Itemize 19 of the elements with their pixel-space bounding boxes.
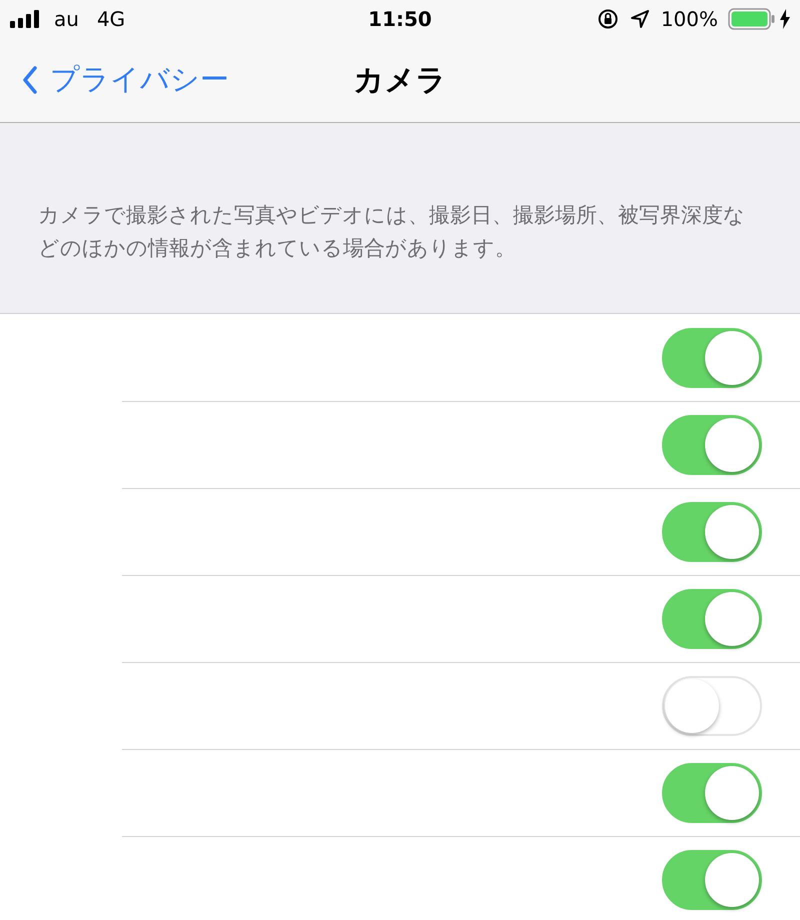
back-button[interactable]: プライバシー: [0, 60, 229, 100]
toggle-switch[interactable]: [662, 676, 762, 736]
battery-icon: [728, 8, 776, 30]
toggle-switch[interactable]: [662, 850, 762, 910]
network-type: 4G: [96, 7, 126, 31]
battery-percent: 100%: [660, 7, 718, 31]
chevron-icon: [22, 66, 38, 94]
charging-icon: [780, 9, 790, 29]
toggle-switch[interactable]: [662, 328, 762, 388]
rotation-lock-icon: [596, 8, 619, 30]
toggle-switch[interactable]: [662, 588, 762, 648]
carrier: au: [54, 7, 79, 31]
clock: 11:50: [368, 7, 432, 31]
toggle-switch[interactable]: [662, 414, 762, 474]
page-title: カメラ: [354, 62, 446, 100]
toggle-switch[interactable]: [662, 502, 762, 562]
description-text: カメラで撮影された写真やビデオには、撮影日、撮影場所、被写界深度などのほかの情報が含まれている場合があります。: [38, 202, 746, 262]
toggle-switch[interactable]: [662, 762, 762, 822]
location-icon: [628, 8, 651, 30]
